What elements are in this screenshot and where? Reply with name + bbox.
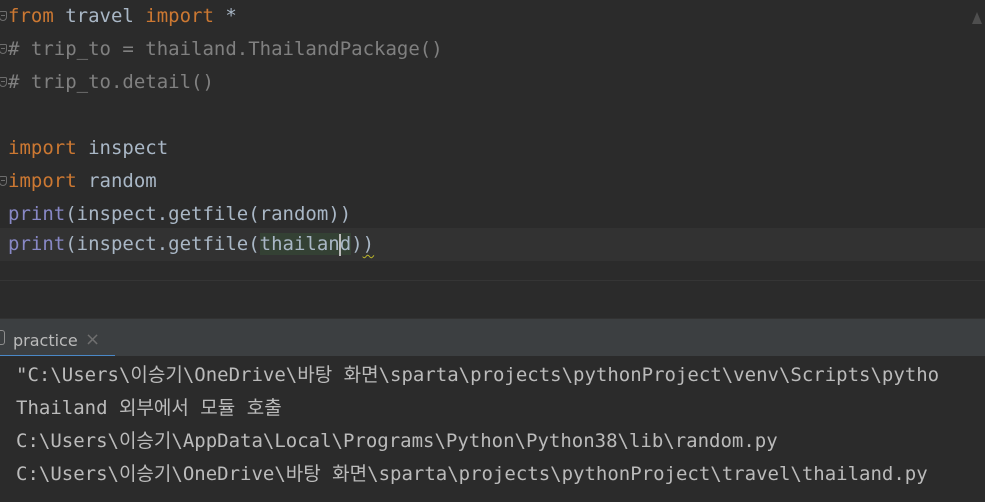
import-wildcard: * [213, 5, 237, 27]
comment-text: # trip_to = thailand.ThailandPackage() [8, 38, 443, 60]
console-line: Thailand 외부에서 모듈 호출 [16, 397, 282, 419]
keyword-import: import [8, 170, 77, 192]
code-line-7[interactable]: print(inspect.getfile(random)) [0, 198, 985, 231]
code-line-8-current[interactable]: print(inspect.getfile(thailand)) [0, 228, 985, 261]
fold-icon[interactable] [0, 176, 7, 186]
ide-window: from travel import * # trip_to = thailan… [0, 0, 985, 502]
scrollbar-marker-icon[interactable] [972, 12, 982, 24]
builtin-print: print [8, 203, 66, 225]
run-tool-window-header: practice × [0, 318, 985, 358]
code-line-1[interactable]: from travel import * [0, 0, 985, 33]
keyword-import: import [8, 137, 77, 159]
run-config-icon [0, 330, 5, 345]
call-close: )) [328, 203, 352, 225]
comment-text: # trip_to.detail() [8, 71, 214, 93]
warning-squiggle: ) [362, 233, 375, 255]
highlighted-identifier: thailand [259, 233, 352, 256]
console-line: "C:\Users\이승기\OneDrive\바탕 화면\sparta\proj… [16, 364, 940, 386]
keyword-from: from [8, 5, 54, 27]
call-argument: random [259, 203, 329, 225]
run-console-output[interactable]: "C:\Users\이승기\OneDrive\바탕 화면\sparta\proj… [0, 356, 985, 502]
keyword-import: import [145, 5, 214, 27]
fold-icon[interactable] [0, 44, 7, 54]
fold-icon[interactable] [0, 11, 7, 21]
code-editor[interactable]: from travel import * # trip_to = thailan… [0, 0, 985, 318]
code-line-2[interactable]: # trip_to = thailand.ThailandPackage() [0, 33, 985, 66]
builtin-print: print [8, 233, 66, 255]
call-close: )) [351, 233, 375, 255]
close-icon[interactable]: × [85, 319, 100, 361]
module-name: travel [53, 5, 146, 27]
console-line: C:\Users\이승기\OneDrive\바탕 화면\sparta\proje… [16, 463, 928, 485]
fold-icon[interactable] [0, 77, 7, 87]
console-line: C:\Users\이승기\AppData\Local\Programs\Pyth… [16, 430, 778, 452]
editor-empty-area [0, 280, 985, 318]
code-line-5[interactable]: import inspect [0, 132, 985, 165]
run-tab-practice[interactable]: practice × [0, 319, 115, 358]
code-line-3[interactable]: # trip_to.detail() [0, 66, 985, 99]
call-open: (inspect.getfile( [65, 233, 260, 255]
code-line-6[interactable]: import random [0, 165, 985, 198]
import-target: inspect [76, 137, 169, 159]
import-target: random [76, 170, 157, 192]
call-open: (inspect.getfile( [65, 203, 260, 225]
